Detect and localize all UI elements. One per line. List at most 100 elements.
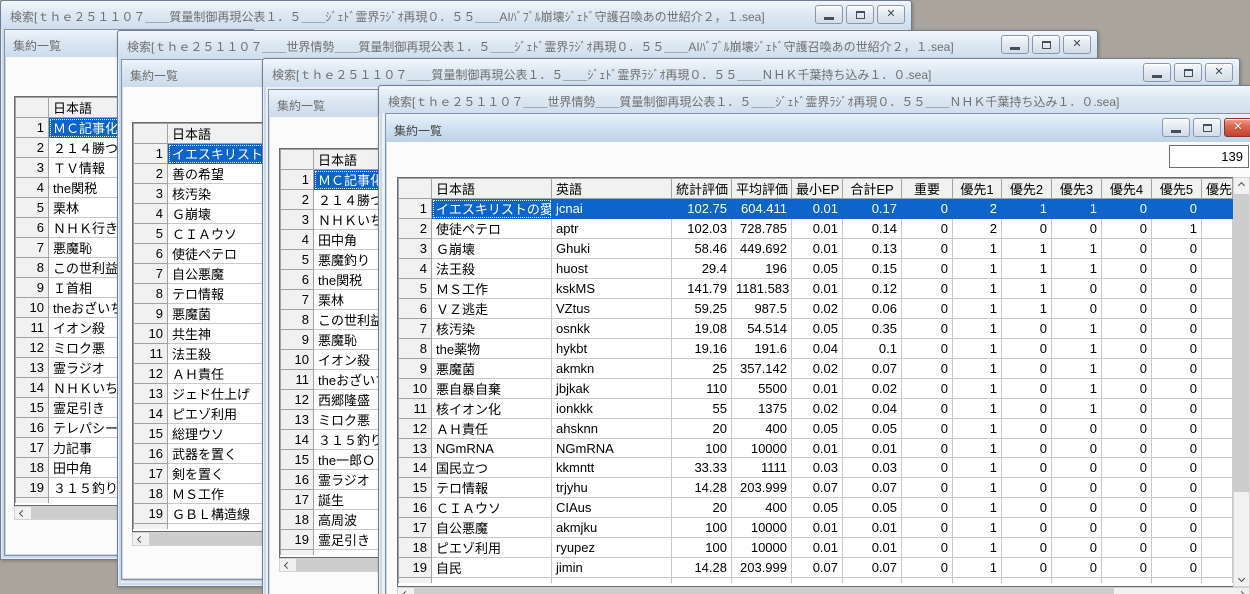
cell[interactable]: 20 (671, 418, 732, 439)
cell[interactable]: 110 (671, 378, 732, 399)
row-number-cell[interactable]: 17 (15, 437, 49, 458)
scroll-left-button[interactable] (280, 559, 295, 571)
cell[interactable]: Ghuki (551, 238, 672, 259)
cell[interactable]: 0 (901, 418, 953, 439)
minimize-button[interactable] (815, 5, 843, 24)
vertical-scrollbar[interactable] (1233, 177, 1250, 587)
cell[interactable]: 0 (1001, 557, 1052, 578)
row-number-cell[interactable]: 19 (280, 529, 314, 550)
cell[interactable]: 141.79 (671, 278, 732, 299)
table-row[interactable]: 16 ＣＩＡウソ CIAus 20 400 0.05 0.05 0 1 0 0 0 0 (398, 497, 1233, 518)
cell[interactable]: 0.05 (842, 497, 902, 518)
cell[interactable]: 400 (731, 418, 792, 439)
cell[interactable]: 0 (1151, 318, 1202, 339)
cell[interactable]: aptr (551, 218, 672, 239)
scroll-left-button[interactable] (15, 507, 30, 519)
cell[interactable]: 357.142 (731, 358, 792, 379)
cell[interactable]: 0 (901, 198, 953, 219)
cell[interactable]: 0.06 (842, 298, 902, 319)
cell[interactable]: ＶＺ逃走 (431, 298, 552, 319)
cell[interactable]: 1 (952, 378, 1002, 399)
restore-button[interactable] (846, 5, 874, 24)
restore-button[interactable] (1032, 35, 1060, 54)
horizontal-scrollbar[interactable] (397, 587, 1250, 594)
cell[interactable]: 1181.583 (731, 278, 792, 299)
cell[interactable]: 0 (901, 218, 953, 239)
row-number-cell[interactable]: 4 (280, 229, 314, 250)
cell[interactable]: 54.514 (731, 318, 792, 339)
cell[interactable]: 0.05 (791, 418, 843, 439)
cell[interactable]: 0 (901, 318, 953, 339)
cell[interactable]: 0 (1051, 517, 1102, 538)
cell[interactable]: 1 (1051, 338, 1102, 359)
row-number-cell[interactable]: 4 (15, 177, 49, 198)
cell[interactable]: 0 (1101, 517, 1152, 538)
cell[interactable]: 191.6 (731, 338, 792, 359)
cell[interactable]: 1375 (731, 398, 792, 419)
row-number-cell[interactable]: 10 (398, 378, 432, 399)
restore-button[interactable] (1174, 63, 1202, 82)
cell[interactable]: 1 (952, 398, 1002, 419)
cell[interactable] (1201, 497, 1233, 518)
scroll-down-button[interactable] (1234, 571, 1249, 586)
cell[interactable]: 0 (901, 438, 953, 458)
column-header[interactable]: 最小EP (791, 178, 843, 199)
row-number-cell[interactable]: 9 (280, 329, 314, 350)
cell[interactable]: osnkk (551, 318, 672, 339)
cell[interactable]: 0 (901, 358, 953, 379)
row-number-cell[interactable]: 19 (398, 557, 432, 578)
cell[interactable]: 604.411 (731, 198, 792, 219)
cell[interactable]: 1 (1001, 298, 1052, 319)
close-button[interactable]: ✕ (1205, 63, 1233, 82)
cell[interactable]: 0 (1151, 438, 1202, 458)
cell[interactable]: 19.08 (671, 318, 732, 339)
cell[interactable]: 0 (901, 477, 953, 498)
row-number-cell[interactable]: 9 (15, 277, 49, 298)
scroll-left-button[interactable] (133, 533, 148, 545)
cell[interactable]: 1 (1051, 358, 1102, 379)
cell[interactable]: 0.02 (791, 398, 843, 419)
cell[interactable]: 0 (1151, 557, 1202, 578)
row-number-cell[interactable]: 15 (280, 449, 314, 470)
cell[interactable]: 14.28 (671, 477, 732, 498)
cell[interactable]: 0 (1151, 457, 1202, 478)
row-number-cell[interactable]: 7 (15, 237, 49, 258)
cell[interactable]: 1 (1001, 198, 1052, 219)
window-titlebar[interactable]: 検索[ｔｈｅ２５１１０７＿＿質量制御再現公表１．５＿＿ｼﾞｪﾄﾞ霊界ﾗｼﾞｵ再現… (263, 59, 1239, 87)
cell[interactable]: 1 (952, 537, 1002, 558)
cell[interactable]: hykbt (551, 338, 672, 359)
row-number-cell[interactable]: 5 (133, 223, 168, 244)
row-number-cell[interactable]: 3 (133, 183, 168, 204)
row-number-cell[interactable]: 18 (280, 509, 314, 530)
scroll-left-button[interactable] (398, 588, 413, 594)
row-number-cell[interactable]: 9 (398, 358, 432, 379)
cell[interactable]: 1 (952, 418, 1002, 439)
cell[interactable]: 0 (901, 517, 953, 538)
cell[interactable]: 1 (1051, 318, 1102, 339)
restore-button[interactable] (1193, 118, 1221, 137)
row-number-cell[interactable]: 14 (133, 403, 168, 424)
cell[interactable]: 0 (1151, 477, 1202, 498)
cell[interactable]: 0 (1001, 418, 1052, 439)
cell[interactable]: 728.785 (731, 218, 792, 239)
row-number-cell[interactable]: 17 (133, 463, 168, 484)
cell[interactable]: テロ情報 (431, 477, 552, 498)
cell[interactable]: 58.46 (671, 238, 732, 259)
row-number-cell[interactable]: 1 (280, 169, 314, 190)
cell[interactable] (1201, 398, 1233, 419)
row-number-cell[interactable]: 6 (15, 217, 49, 238)
cell[interactable] (1201, 258, 1233, 279)
cell[interactable] (1201, 318, 1233, 339)
cell[interactable]: 0 (1001, 218, 1052, 239)
row-number-cell[interactable]: 8 (398, 338, 432, 359)
cell[interactable]: jcnai (551, 198, 672, 219)
close-button[interactable]: ✕ (1224, 118, 1250, 137)
table-row[interactable]: 2 使徒ペテロ aptr 102.03 728.785 0.01 0.14 0 2 0 0 0 1 (398, 218, 1233, 239)
table-row[interactable]: 18 ピエゾ利用 ryupez 100 10000 0.01 0.01 0 1 0 0 0 0 (398, 537, 1233, 558)
cell[interactable]: 1 (1051, 238, 1102, 259)
cell[interactable]: 1 (952, 258, 1002, 279)
cell[interactable]: 0 (901, 278, 953, 299)
cell[interactable]: ionkkk (551, 398, 672, 419)
cell[interactable]: 0.15 (842, 258, 902, 279)
cell[interactable]: 0.07 (842, 358, 902, 379)
